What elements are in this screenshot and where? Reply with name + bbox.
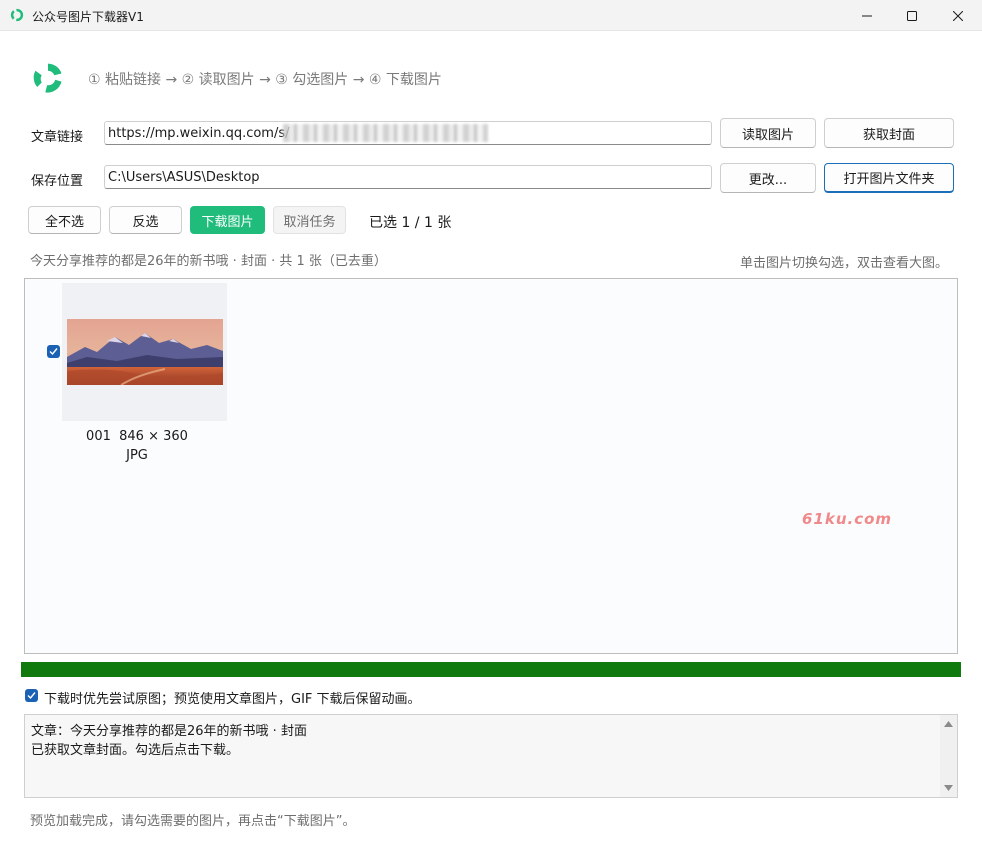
url-label: 文章链接 <box>31 130 84 145</box>
cancel-task-button[interactable]: 取消任务 <box>273 206 346 234</box>
deselect-all-button[interactable]: 全不选 <box>28 206 101 234</box>
read-images-button[interactable]: 读取图片 <box>720 118 816 148</box>
gallery-hint: 单击图片切换勾选，双击查看大图。 <box>739 256 948 271</box>
close-icon <box>953 10 963 21</box>
open-folder-button[interactable]: 打开图片文件夹 <box>824 163 954 193</box>
image-dimensions: 846 × 360 <box>119 429 188 444</box>
log-scrollbar[interactable] <box>940 715 957 797</box>
save-location-label: 保存位置 <box>31 174 84 189</box>
log-line: 已获取文章封面。勾选后点击下载。 <box>31 743 240 758</box>
image-format: JPG <box>126 448 148 463</box>
window-title: 公众号图片下载器V1 <box>32 10 144 24</box>
app-logo-icon <box>10 8 24 22</box>
workflow-steps: ① 粘贴链接 → ② 读取图片 → ③ 勾选图片 → ④ 下载图片 <box>88 72 442 88</box>
scroll-up-icon[interactable] <box>944 721 953 727</box>
download-images-button[interactable]: 下载图片 <box>190 206 265 234</box>
get-cover-button[interactable]: 获取封面 <box>824 118 954 148</box>
selected-count: 已选 1 / 1 张 <box>369 215 452 231</box>
status-bar: 预览加载完成，请勾选需要的图片，再点击“下载图片”。 <box>30 814 356 829</box>
maximize-icon <box>907 10 917 21</box>
minimize-button[interactable] <box>844 0 890 31</box>
image-thumbnail[interactable] <box>67 319 223 385</box>
image-index: 001 <box>86 429 111 444</box>
watermark: 61ku.com <box>802 510 893 528</box>
close-button[interactable] <box>935 0 981 31</box>
image-card[interactable] <box>62 283 227 421</box>
image-caption: 001 846 × 360 JPG <box>62 427 212 465</box>
prefer-original-label[interactable]: 下载时优先尝试原图；预览使用文章图片，GIF 下载后保留动画。 <box>44 688 421 707</box>
prefer-original-checkbox[interactable] <box>25 689 38 702</box>
save-path-input[interactable] <box>104 165 712 189</box>
checkmark-icon <box>27 692 36 700</box>
app-logo-icon <box>33 63 62 93</box>
log-area[interactable]: 文章：今天分享推荐的都是26年的新书哦 · 封面 已获取文章封面。勾选后点击下载… <box>24 714 958 798</box>
change-path-button[interactable]: 更改... <box>720 163 816 193</box>
log-line: 文章：今天分享推荐的都是26年的新书哦 · 封面 <box>31 724 307 739</box>
maximize-button[interactable] <box>889 0 935 31</box>
redacted-url-part <box>283 124 488 142</box>
title-bar[interactable]: 公众号图片下载器V1 <box>0 0 982 31</box>
progress-fill <box>21 662 961 677</box>
invert-selection-button[interactable]: 反选 <box>109 206 182 234</box>
image-select-checkbox[interactable] <box>47 345 60 358</box>
scroll-down-icon[interactable] <box>944 785 953 791</box>
progress-bar <box>21 662 961 677</box>
minimize-icon <box>862 15 872 16</box>
checkmark-icon <box>49 348 58 356</box>
article-info: 今天分享推荐的都是26年的新书哦 · 封面 · 共 1 张（已去重） <box>30 254 387 269</box>
